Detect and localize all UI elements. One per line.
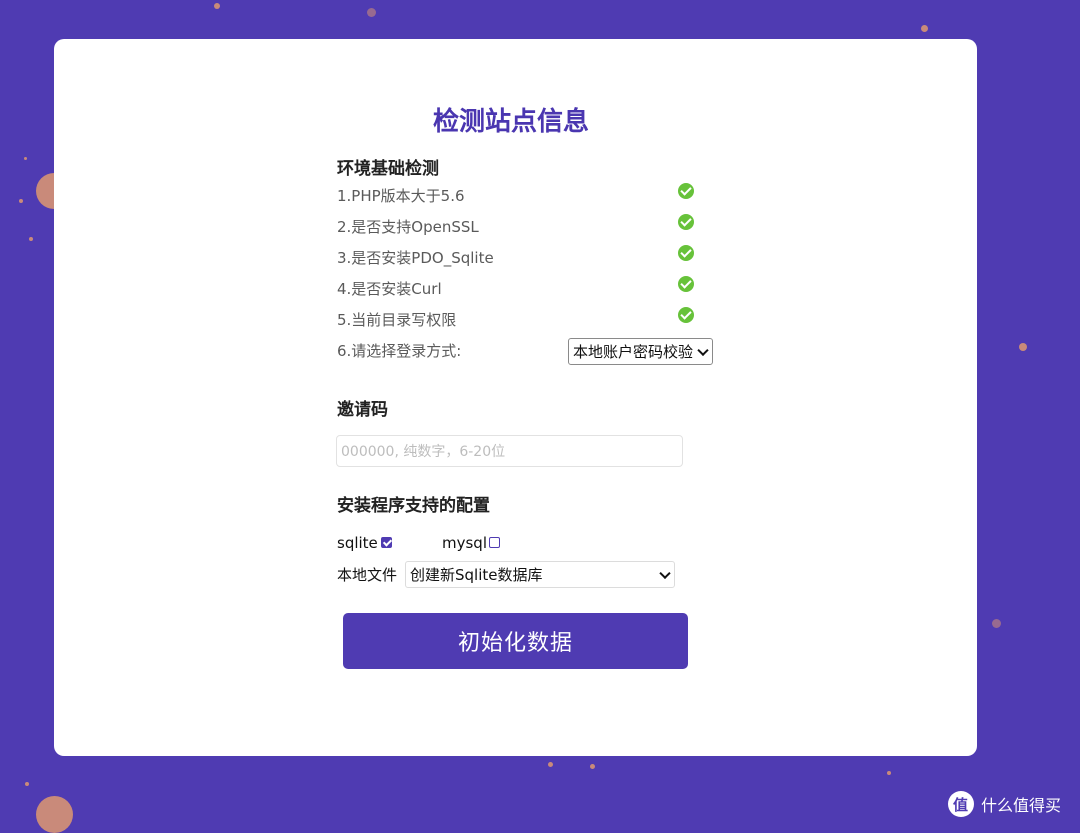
chevron-down-icon: [659, 567, 671, 579]
invite-code-placeholder: 000000, 纯数字，6-20位: [341, 444, 506, 460]
check-ok-icon: [678, 183, 694, 199]
check-ok-icon: [678, 214, 694, 230]
check-label-openssl: 2.是否支持OpenSSL: [337, 218, 479, 236]
check-label-write-permission: 5.当前目录写权限: [337, 311, 457, 329]
config-heading: 安装程序支持的配置: [337, 496, 490, 516]
sqlite-checkbox[interactable]: [381, 537, 392, 548]
check-ok-icon: [678, 276, 694, 292]
login-method-label: 6.请选择登录方式:: [337, 342, 462, 360]
database-file-value: 创建新Sqlite数据库: [410, 566, 543, 584]
login-method-value: 本地账户密码校验: [573, 343, 694, 361]
check-ok-icon: [678, 307, 694, 323]
chevron-down-icon: [697, 344, 709, 356]
invite-heading: 邀请码: [337, 400, 388, 420]
login-method-select[interactable]: 本地账户密码校验: [568, 338, 713, 365]
watermark: 什么值得买: [948, 791, 1061, 817]
page-title: 检测站点信息: [433, 107, 590, 137]
database-file-select[interactable]: 创建新Sqlite数据库: [405, 561, 675, 588]
check-ok-icon: [678, 245, 694, 261]
env-section-heading: 环境基础检测: [337, 159, 439, 179]
sqlite-label: sqlite: [337, 534, 378, 552]
initialize-data-button[interactable]: 初始化数据: [343, 613, 688, 669]
watermark-text: 什么值得买: [981, 796, 1062, 815]
initialize-data-label: 初始化数据: [457, 631, 573, 656]
mysql-label: mysql: [442, 534, 487, 552]
check-label-pdo-sqlite: 3.是否安装PDO_Sqlite: [337, 249, 494, 267]
check-label-php: 1.PHP版本大于5.6: [337, 187, 465, 205]
invite-code-input[interactable]: 000000, 纯数字，6-20位: [336, 435, 683, 467]
check-label-curl: 4.是否安装Curl: [337, 280, 442, 298]
mysql-checkbox[interactable]: [489, 537, 500, 548]
brand-logo-icon: [948, 791, 974, 817]
file-label: 本地文件: [337, 566, 398, 584]
